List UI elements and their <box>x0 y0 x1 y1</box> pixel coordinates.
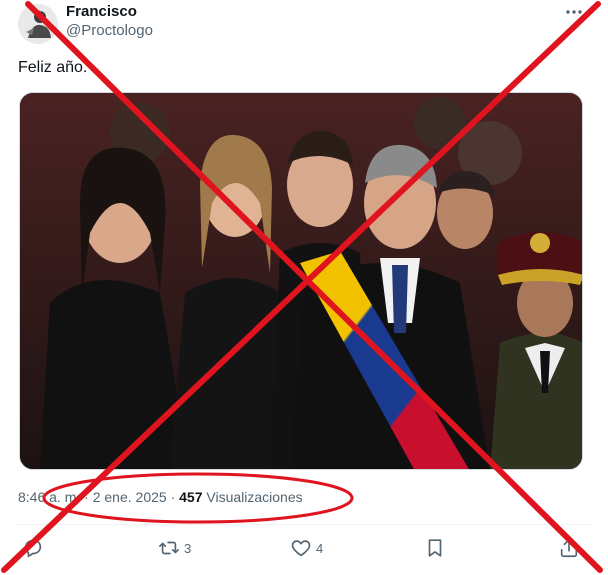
tweet-photo[interactable] <box>19 92 583 470</box>
author-name[interactable]: Francisco <box>66 2 137 22</box>
tweet-date[interactable]: 2 ene. 2025 <box>93 489 167 505</box>
divider <box>18 524 590 525</box>
more-horizontal-icon <box>566 10 582 14</box>
author-handle[interactable]: @Proctologo <box>66 21 153 41</box>
share-button[interactable] <box>558 536 580 560</box>
tweet-text: Feliz año. <box>18 59 88 76</box>
meta-separator: · <box>80 489 93 505</box>
reply-button[interactable] <box>22 536 48 560</box>
more-options-button[interactable] <box>562 0 586 24</box>
avatar-image <box>18 4 58 44</box>
meta-separator: · <box>166 489 180 505</box>
retweet-count: 3 <box>184 540 192 556</box>
tweet-meta: 8:46 a. m. · 2 ene. 2025 · 457 Visualiza… <box>18 487 303 507</box>
views-label: Visualizaciones <box>202 489 303 505</box>
retweet-button[interactable]: 3 <box>158 536 191 560</box>
views-count: 457 <box>179 489 203 505</box>
tweet-time[interactable]: 8:46 a. m. <box>18 489 80 505</box>
share-icon <box>560 538 578 558</box>
bookmark-icon <box>428 539 442 557</box>
like-button[interactable]: 4 <box>290 536 323 560</box>
like-count: 4 <box>316 540 324 556</box>
photo-illustration <box>20 93 582 469</box>
avatar[interactable] <box>18 4 58 44</box>
bookmark-button[interactable] <box>424 536 446 560</box>
retweet-icon <box>159 541 179 555</box>
reply-icon <box>24 539 42 558</box>
heart-icon <box>291 540 311 557</box>
